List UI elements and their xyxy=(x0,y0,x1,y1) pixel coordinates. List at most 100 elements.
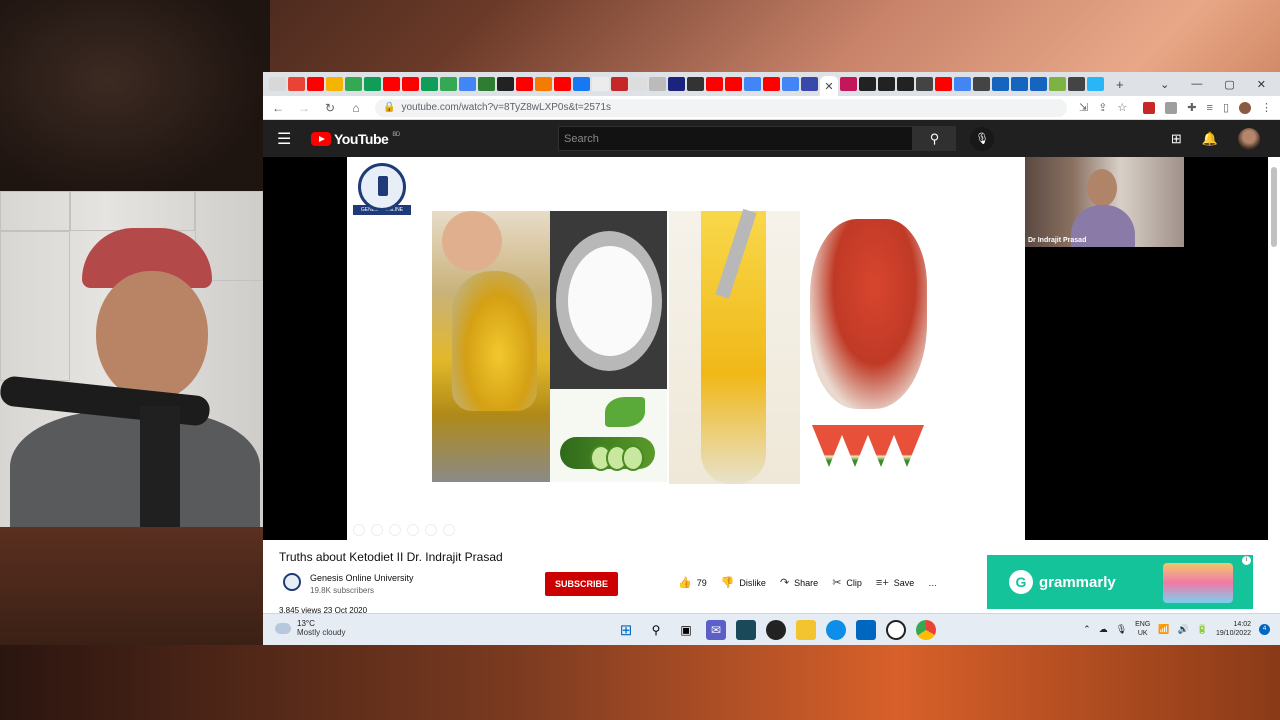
slide-zoom-icon[interactable] xyxy=(425,524,437,536)
like-button[interactable]: 👍 79 xyxy=(678,576,707,589)
gmail-tab-icon[interactable] xyxy=(288,77,305,91)
youtube-tab-icon[interactable] xyxy=(402,77,419,91)
search-button[interactable]: ⚲ xyxy=(913,126,956,151)
extension-icon[interactable] xyxy=(1143,101,1156,114)
tab-favicon[interactable] xyxy=(992,77,1009,91)
tab-favicon[interactable] xyxy=(478,77,495,91)
tab-favicon[interactable] xyxy=(973,77,990,91)
new-tab-button[interactable]: + xyxy=(1116,77,1124,92)
tab-favicon[interactable] xyxy=(916,77,933,91)
share-page-icon[interactable]: ⇪ xyxy=(1098,101,1107,114)
close-window-button[interactable]: ✕ xyxy=(1257,78,1266,91)
wifi-icon[interactable]: 📶 xyxy=(1158,624,1169,635)
create-video-icon[interactable]: ⊞ xyxy=(1171,131,1182,147)
tab-favicon[interactable] xyxy=(668,77,685,91)
youtube-tab-icon[interactable] xyxy=(383,77,400,91)
dislike-button[interactable]: 👎 Dislike xyxy=(721,576,766,589)
tab-search-icon[interactable]: ⌄ xyxy=(1160,78,1169,91)
tab-favicon[interactable] xyxy=(326,77,343,91)
sheets-tab-icon[interactable] xyxy=(440,77,457,91)
search-icon[interactable]: ⚲ xyxy=(646,620,666,640)
more-actions-button[interactable]: … xyxy=(928,578,937,588)
google-tab-icon[interactable] xyxy=(954,77,971,91)
chat-icon[interactable]: ✉ xyxy=(706,620,726,640)
tab-favicon[interactable] xyxy=(535,77,552,91)
account-avatar[interactable] xyxy=(1238,128,1260,150)
tab-favicon[interactable] xyxy=(859,77,876,91)
notifications-bell-icon[interactable]: 🔔 xyxy=(1202,131,1218,147)
reading-list-icon[interactable]: ≡ xyxy=(1207,102,1213,114)
page-scrollbar[interactable] xyxy=(1268,157,1280,612)
obs-icon[interactable] xyxy=(766,620,786,640)
menu-kebab-icon[interactable]: ⋮ xyxy=(1261,101,1272,114)
video-player[interactable]: GENESIS ONLINE UNIVERSITY Dr Indrajit Pr… xyxy=(263,157,1268,540)
ad-info-icon[interactable]: i xyxy=(1242,556,1251,565)
windows-start-icon[interactable]: ⊞ xyxy=(616,620,636,640)
puzzle-icon[interactable]: ✚ xyxy=(1187,101,1196,114)
bookmark-star-icon[interactable]: ☆ xyxy=(1117,101,1127,114)
tab-favicon[interactable] xyxy=(611,77,628,91)
search-input[interactable]: Search xyxy=(558,126,913,151)
back-arrow-icon[interactable]: ← xyxy=(271,101,285,115)
tab-favicon[interactable] xyxy=(649,77,666,91)
install-icon[interactable]: ⇲ xyxy=(1079,101,1088,114)
drive-tab-icon[interactable] xyxy=(364,77,381,91)
tab-favicon[interactable] xyxy=(878,77,895,91)
tab-favicon[interactable] xyxy=(1030,77,1047,91)
app-icon[interactable] xyxy=(736,620,756,640)
clip-button[interactable]: ✂ Clip xyxy=(832,576,862,589)
extension-icon[interactable] xyxy=(1165,101,1178,114)
task-view-icon[interactable]: ▣ xyxy=(676,620,696,640)
youtube-tab-icon[interactable] xyxy=(516,77,533,91)
youtube-logo[interactable]: YouTube BD xyxy=(311,131,400,147)
tab-favicon[interactable] xyxy=(269,77,286,91)
onedrive-icon[interactable]: ☁ xyxy=(1099,624,1108,635)
docs-tab-icon[interactable] xyxy=(459,77,476,91)
save-button[interactable]: ≡+ Save xyxy=(876,577,914,589)
youtube-tab-icon[interactable] xyxy=(763,77,780,91)
omnibox[interactable]: 🔒 youtube.com/watch?v=8TyZ8wLXP0s&t=2571… xyxy=(375,98,1067,117)
chrome-icon[interactable] xyxy=(916,620,936,640)
tab-favicon[interactable] xyxy=(497,77,514,91)
share-button[interactable]: ↷ Share xyxy=(780,576,818,589)
maximize-button[interactable]: ▢ xyxy=(1224,78,1234,91)
voice-search-button[interactable]: 🎙 xyxy=(970,126,994,151)
slide-more-icon[interactable] xyxy=(443,524,455,536)
forward-arrow-icon[interactable]: → xyxy=(297,101,311,115)
google-tab-icon[interactable] xyxy=(744,77,761,91)
tab-favicon[interactable] xyxy=(1087,77,1104,91)
reload-icon[interactable]: ↻ xyxy=(323,101,337,115)
youtube-tab-icon[interactable] xyxy=(725,77,742,91)
youtube-tab-icon[interactable] xyxy=(706,77,723,91)
grammarly-ad[interactable]: G grammarly i xyxy=(987,555,1253,609)
notification-badge[interactable]: 4 xyxy=(1259,623,1270,635)
clock[interactable]: 14:02 19/10/2022 xyxy=(1216,620,1251,638)
tab-favicon[interactable] xyxy=(687,77,704,91)
tab-favicon[interactable] xyxy=(1068,77,1085,91)
volume-icon[interactable]: 🔊 xyxy=(1178,624,1189,635)
youtube-tab-icon[interactable] xyxy=(554,77,571,91)
store-icon[interactable] xyxy=(856,620,876,640)
tab-favicon[interactable] xyxy=(801,77,818,91)
edge-icon[interactable] xyxy=(826,620,846,640)
profile-avatar-icon[interactable] xyxy=(1239,101,1251,114)
youtube-tab-icon[interactable] xyxy=(935,77,952,91)
tab-favicon[interactable] xyxy=(345,77,362,91)
channel-name[interactable]: Genesis Online University xyxy=(310,573,414,583)
slide-prev-icon[interactable] xyxy=(353,524,365,536)
slide-next-icon[interactable] xyxy=(371,524,383,536)
file-explorer-icon[interactable] xyxy=(796,620,816,640)
side-panel-icon[interactable]: ▯ xyxy=(1223,101,1229,114)
slide-eraser-icon[interactable] xyxy=(407,524,419,536)
tab-favicon[interactable] xyxy=(897,77,914,91)
tab-favicon[interactable] xyxy=(592,77,609,91)
battery-icon[interactable]: 🔋 xyxy=(1197,624,1208,635)
facebook-tab-icon[interactable] xyxy=(573,77,590,91)
hamburger-menu-icon[interactable]: ☰ xyxy=(277,129,297,149)
channel-avatar[interactable] xyxy=(283,573,301,591)
tab-favicon[interactable] xyxy=(840,77,857,91)
scrollbar-thumb[interactable] xyxy=(1271,167,1277,247)
tab-favicon[interactable] xyxy=(1011,77,1028,91)
dell-icon[interactable] xyxy=(886,620,906,640)
mic-tray-icon[interactable]: 🎙 xyxy=(1116,624,1127,635)
